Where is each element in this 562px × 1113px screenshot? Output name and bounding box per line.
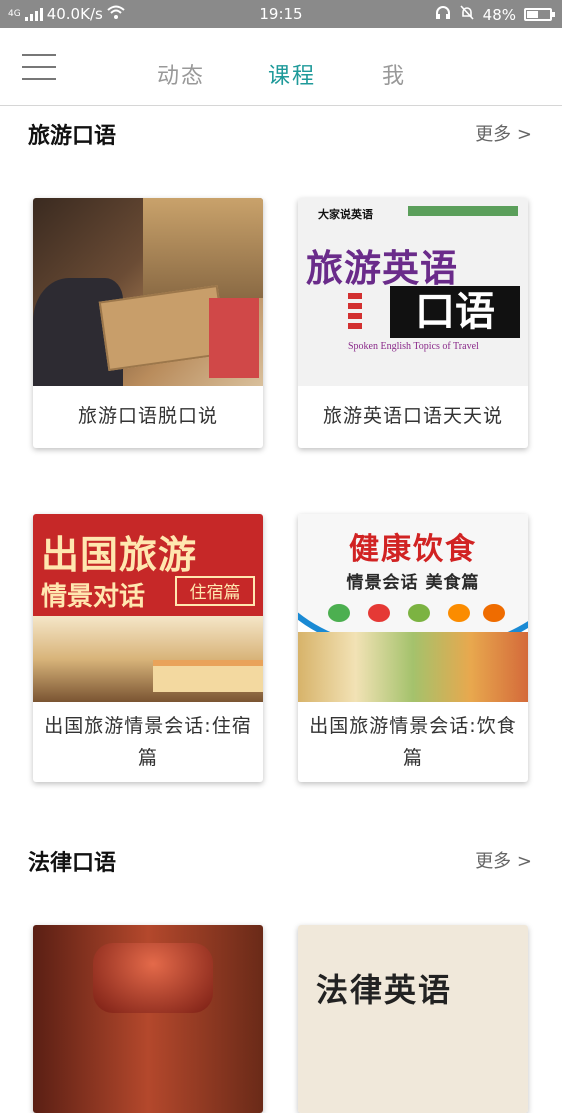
headphones-icon — [435, 5, 451, 24]
course-title: 出国旅游情景会话:饮食篇 — [309, 715, 517, 769]
battery-icon — [524, 8, 555, 21]
course-cover-image — [33, 925, 263, 1113]
course-cover-image: 健康饮食 情景会话 美食篇 — [298, 514, 528, 702]
course-card[interactable]: 旅游口语脱口说 — [33, 198, 263, 448]
tab-me[interactable]: 我 — [382, 58, 406, 90]
hamburger-menu-icon[interactable] — [22, 54, 56, 80]
course-card[interactable]: 健康饮食 情景会话 美食篇 出国旅游情景会话:饮食篇 — [298, 514, 528, 782]
more-link-travel[interactable]: 更多 > — [475, 120, 532, 146]
section-title-law: 法律口语 — [28, 851, 117, 876]
course-cover-image: 大家说英语 旅游英语 口语 Spoken English Topics of T… — [298, 198, 528, 386]
course-title: 旅游英语口语天天说 — [322, 405, 503, 427]
course-title: 出国旅游情景会话:住宿篇 — [44, 715, 252, 769]
battery-percent: 48% — [482, 5, 516, 24]
course-card[interactable] — [33, 925, 263, 1113]
top-navigation: 动态 课程 我 — [0, 28, 562, 106]
course-cover-image: 出国旅游 情景对话 住宿篇 — [33, 514, 263, 702]
course-card[interactable]: 法律英语 — [298, 925, 528, 1113]
course-card[interactable]: 大家说英语 旅游英语 口语 Spoken English Topics of T… — [298, 198, 528, 448]
tab-dynamic[interactable]: 动态 — [157, 58, 205, 90]
course-cover-image: 法律英语 — [298, 925, 528, 1113]
mute-bell-icon — [459, 5, 475, 24]
course-card[interactable]: 出国旅游 情景对话 住宿篇 出国旅游情景会话:住宿篇 — [33, 514, 263, 782]
course-title: 旅游口语脱口说 — [77, 405, 218, 427]
tab-courses[interactable]: 课程 — [268, 58, 316, 90]
section-title-travel: 旅游口语 — [28, 124, 117, 149]
more-link-law[interactable]: 更多 > — [475, 847, 532, 873]
status-bar: 4G 40.0K/s 19:15 48% — [0, 0, 562, 28]
course-cover-image — [33, 198, 263, 386]
